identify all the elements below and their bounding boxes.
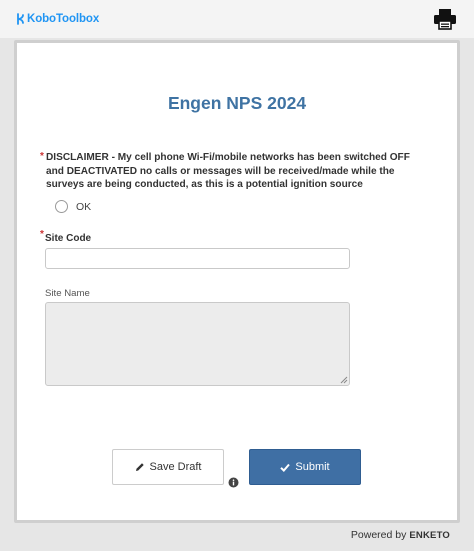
site-code-input[interactable]: [45, 248, 350, 269]
kobo-logo-icon: [16, 13, 25, 25]
site-name-label: Site Name: [45, 288, 90, 299]
enketo-brand: ENKETO: [409, 529, 450, 541]
submit-label: Submit: [295, 461, 330, 473]
submit-button[interactable]: Submit: [249, 449, 361, 485]
site-name-textarea: [45, 302, 350, 386]
save-draft-button[interactable]: Save Draft: [112, 449, 224, 485]
form-title: Engen NPS 2024: [167, 93, 307, 113]
info-circle-icon: [228, 477, 239, 488]
powered-by-footer[interactable]: Powered by ENKETO: [351, 529, 450, 541]
required-marker: *: [40, 229, 44, 240]
checkmark-icon: [280, 463, 291, 472]
printer-icon: [434, 9, 456, 30]
pencil-icon: [135, 463, 144, 471]
save-draft-label: Save Draft: [149, 461, 202, 473]
print-button[interactable]: [433, 8, 457, 30]
disclaimer-question-label: DISCLAIMER - My cell phone Wi-Fi/mobile …: [46, 152, 410, 190]
kobotoolbox-logo[interactable]: KoboToolbox: [16, 12, 99, 26]
top-bar: KoboToolbox: [0, 0, 474, 38]
powered-by-text: Powered by: [350, 529, 407, 541]
radio-option-ok[interactable]: OK: [55, 200, 91, 213]
site-code-label: Site Code: [45, 233, 92, 244]
radio-button[interactable]: [55, 200, 68, 213]
radio-option-label: OK: [76, 200, 92, 213]
resize-grip-icon[interactable]: [340, 376, 348, 384]
info-icon[interactable]: [228, 475, 239, 488]
logo-text: KoboToolbox: [27, 13, 100, 25]
form-card: Engen NPS 2024 * DISCLAIMER - My cell ph…: [14, 40, 460, 523]
